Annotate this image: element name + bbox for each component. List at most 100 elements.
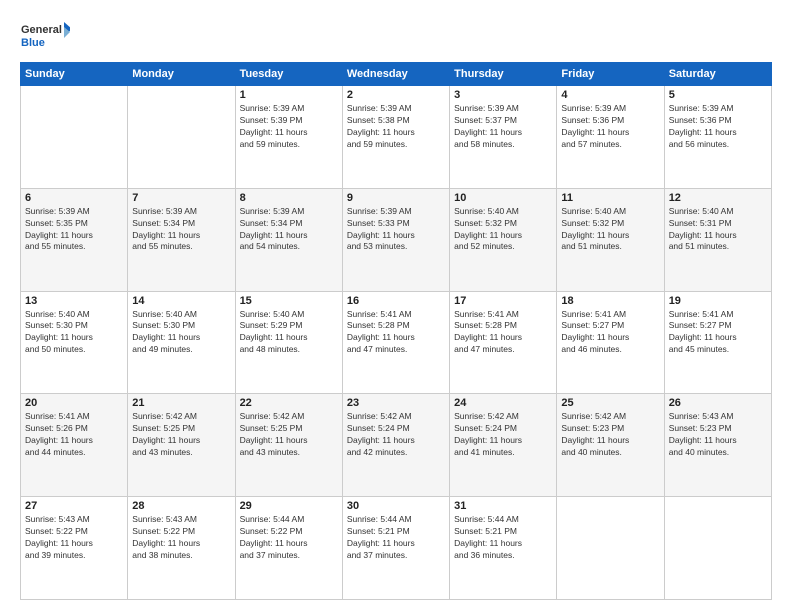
day-number: 31 bbox=[454, 500, 552, 512]
day-number: 5 bbox=[669, 89, 767, 101]
day-number: 12 bbox=[669, 192, 767, 204]
day-number: 29 bbox=[240, 500, 338, 512]
day-number: 17 bbox=[454, 295, 552, 307]
day-number: 8 bbox=[240, 192, 338, 204]
cell-content: Sunrise: 5:42 AM Sunset: 5:24 PM Dayligh… bbox=[454, 411, 552, 459]
week-row-5: 27 Sunrise: 5:43 AM Sunset: 5:22 PM Dayli… bbox=[21, 497, 772, 600]
day-number: 21 bbox=[132, 397, 230, 409]
cell-content: Sunrise: 5:41 AM Sunset: 5:27 PM Dayligh… bbox=[561, 309, 659, 357]
calendar-cell: 11 Sunrise: 5:40 AM Sunset: 5:32 PM Dayli… bbox=[557, 188, 664, 291]
calendar-cell: 22 Sunrise: 5:42 AM Sunset: 5:25 PM Dayli… bbox=[235, 394, 342, 497]
cell-content: Sunrise: 5:39 AM Sunset: 5:37 PM Dayligh… bbox=[454, 103, 552, 151]
calendar-cell bbox=[557, 497, 664, 600]
calendar-cell bbox=[21, 86, 128, 189]
cell-content: Sunrise: 5:43 AM Sunset: 5:22 PM Dayligh… bbox=[132, 514, 230, 562]
calendar-cell: 29 Sunrise: 5:44 AM Sunset: 5:22 PM Dayli… bbox=[235, 497, 342, 600]
day-number: 28 bbox=[132, 500, 230, 512]
day-number: 4 bbox=[561, 89, 659, 101]
weekday-header-thursday: Thursday bbox=[450, 63, 557, 86]
cell-content: Sunrise: 5:42 AM Sunset: 5:24 PM Dayligh… bbox=[347, 411, 445, 459]
day-number: 23 bbox=[347, 397, 445, 409]
cell-content: Sunrise: 5:39 AM Sunset: 5:36 PM Dayligh… bbox=[561, 103, 659, 151]
weekday-header-wednesday: Wednesday bbox=[342, 63, 449, 86]
day-number: 22 bbox=[240, 397, 338, 409]
cell-content: Sunrise: 5:42 AM Sunset: 5:25 PM Dayligh… bbox=[240, 411, 338, 459]
calendar-cell: 27Sunrise: 5:43 AM Sunset: 5:22 PM Dayli… bbox=[21, 497, 128, 600]
calendar-cell: 14Sunrise: 5:40 AM Sunset: 5:30 PM Dayli… bbox=[128, 291, 235, 394]
calendar-cell bbox=[664, 497, 771, 600]
day-number: 20 bbox=[25, 397, 123, 409]
cell-content: Sunrise: 5:44 AM Sunset: 5:21 PM Dayligh… bbox=[347, 514, 445, 562]
cell-content: Sunrise: 5:41 AM Sunset: 5:27 PM Dayligh… bbox=[669, 309, 767, 357]
day-number: 7 bbox=[132, 192, 230, 204]
cell-content: Sunrise: 5:44 AM Sunset: 5:21 PM Dayligh… bbox=[454, 514, 552, 562]
calendar-cell: 23 Sunrise: 5:42 AM Sunset: 5:24 PM Dayli… bbox=[342, 394, 449, 497]
calendar-cell: 8 Sunrise: 5:39 AM Sunset: 5:34 PM Daylig… bbox=[235, 188, 342, 291]
cell-content: Sunrise: 5:40 AM Sunset: 5:32 PM Dayligh… bbox=[561, 206, 659, 254]
day-number: 15 bbox=[240, 295, 338, 307]
cell-content: Sunrise: 5:43 AM Sunset: 5:23 PM Dayligh… bbox=[669, 411, 767, 459]
calendar-cell: 19Sunrise: 5:41 AM Sunset: 5:27 PM Dayli… bbox=[664, 291, 771, 394]
page: General Blue SundayMondayTuesdayWednesda… bbox=[0, 0, 792, 612]
calendar-cell: 30 Sunrise: 5:44 AM Sunset: 5:21 PM Dayli… bbox=[342, 497, 449, 600]
week-row-3: 13 Sunrise: 5:40 AM Sunset: 5:30 PM Dayli… bbox=[21, 291, 772, 394]
cell-content: Sunrise: 5:40 AM Sunset: 5:31 PM Dayligh… bbox=[669, 206, 767, 254]
cell-content: Sunrise: 5:39 AM Sunset: 5:34 PM Dayligh… bbox=[132, 206, 230, 254]
day-number: 6 bbox=[25, 192, 123, 204]
weekday-row: SundayMondayTuesdayWednesdayThursdayFrid… bbox=[21, 63, 772, 86]
cell-content: Sunrise: 5:41 AM Sunset: 5:28 PM Dayligh… bbox=[454, 309, 552, 357]
cell-content: Sunrise: 5:40 AM Sunset: 5:30 PM Dayligh… bbox=[25, 309, 123, 357]
svg-text:Blue: Blue bbox=[21, 37, 45, 49]
calendar-cell: 16Sunrise: 5:41 AM Sunset: 5:28 PM Dayli… bbox=[342, 291, 449, 394]
calendar-cell bbox=[128, 86, 235, 189]
day-number: 24 bbox=[454, 397, 552, 409]
weekday-header-friday: Friday bbox=[557, 63, 664, 86]
calendar-cell: 28 Sunrise: 5:43 AM Sunset: 5:22 PM Dayli… bbox=[128, 497, 235, 600]
day-number: 27 bbox=[25, 500, 123, 512]
logo: General Blue bbox=[20, 18, 70, 54]
day-number: 26 bbox=[669, 397, 767, 409]
cell-content: Sunrise: 5:39 AM Sunset: 5:36 PM Dayligh… bbox=[669, 103, 767, 151]
cell-content: Sunrise: 5:42 AM Sunset: 5:25 PM Dayligh… bbox=[132, 411, 230, 459]
calendar-cell: 17 Sunrise: 5:41 AM Sunset: 5:28 PM Dayli… bbox=[450, 291, 557, 394]
calendar-body: 1 Sunrise: 5:39 AM Sunset: 5:39 PM Daylig… bbox=[21, 86, 772, 600]
calendar-cell: 7 Sunrise: 5:39 AM Sunset: 5:34 PM Daylig… bbox=[128, 188, 235, 291]
day-number: 14 bbox=[132, 295, 230, 307]
day-number: 3 bbox=[454, 89, 552, 101]
cell-content: Sunrise: 5:39 AM Sunset: 5:33 PM Dayligh… bbox=[347, 206, 445, 254]
calendar-cell: 24 Sunrise: 5:42 AM Sunset: 5:24 PM Dayli… bbox=[450, 394, 557, 497]
calendar-cell: 6 Sunrise: 5:39 AM Sunset: 5:35 PM Daylig… bbox=[21, 188, 128, 291]
calendar-cell: 10 Sunrise: 5:40 AM Sunset: 5:32 PM Dayli… bbox=[450, 188, 557, 291]
cell-content: Sunrise: 5:44 AM Sunset: 5:22 PM Dayligh… bbox=[240, 514, 338, 562]
day-number: 13 bbox=[25, 295, 123, 307]
calendar-cell: 5 Sunrise: 5:39 AM Sunset: 5:36 PM Daylig… bbox=[664, 86, 771, 189]
cell-content: Sunrise: 5:39 AM Sunset: 5:35 PM Dayligh… bbox=[25, 206, 123, 254]
weekday-header-monday: Monday bbox=[128, 63, 235, 86]
calendar-cell: 12 Sunrise: 5:40 AM Sunset: 5:31 PM Dayli… bbox=[664, 188, 771, 291]
cell-content: Sunrise: 5:40 AM Sunset: 5:32 PM Dayligh… bbox=[454, 206, 552, 254]
calendar-cell: 3 Sunrise: 5:39 AM Sunset: 5:37 PM Daylig… bbox=[450, 86, 557, 189]
calendar-cell: 1 Sunrise: 5:39 AM Sunset: 5:39 PM Daylig… bbox=[235, 86, 342, 189]
week-row-2: 6 Sunrise: 5:39 AM Sunset: 5:35 PM Daylig… bbox=[21, 188, 772, 291]
weekday-header-sunday: Sunday bbox=[21, 63, 128, 86]
day-number: 9 bbox=[347, 192, 445, 204]
svg-text:General: General bbox=[21, 24, 62, 36]
logo-svg: General Blue bbox=[20, 18, 70, 54]
calendar-cell: 4 Sunrise: 5:39 AM Sunset: 5:36 PM Daylig… bbox=[557, 86, 664, 189]
cell-content: Sunrise: 5:39 AM Sunset: 5:39 PM Dayligh… bbox=[240, 103, 338, 151]
day-number: 11 bbox=[561, 192, 659, 204]
cell-content: Sunrise: 5:40 AM Sunset: 5:29 PM Dayligh… bbox=[240, 309, 338, 357]
week-row-1: 1 Sunrise: 5:39 AM Sunset: 5:39 PM Daylig… bbox=[21, 86, 772, 189]
week-row-4: 20 Sunrise: 5:41 AM Sunset: 5:26 PM Dayli… bbox=[21, 394, 772, 497]
calendar-cell: 31 Sunrise: 5:44 AM Sunset: 5:21 PM Dayli… bbox=[450, 497, 557, 600]
cell-content: Sunrise: 5:39 AM Sunset: 5:34 PM Dayligh… bbox=[240, 206, 338, 254]
day-number: 10 bbox=[454, 192, 552, 204]
calendar-table: SundayMondayTuesdayWednesdayThursdayFrid… bbox=[20, 62, 772, 600]
day-number: 30 bbox=[347, 500, 445, 512]
cell-content: Sunrise: 5:41 AM Sunset: 5:26 PM Dayligh… bbox=[25, 411, 123, 459]
day-number: 1 bbox=[240, 89, 338, 101]
calendar-cell: 21 Sunrise: 5:42 AM Sunset: 5:25 PM Dayli… bbox=[128, 394, 235, 497]
header: General Blue bbox=[20, 18, 772, 54]
cell-content: Sunrise: 5:41 AM Sunset: 5:28 PM Dayligh… bbox=[347, 309, 445, 357]
calendar-header: SundayMondayTuesdayWednesdayThursdayFrid… bbox=[21, 63, 772, 86]
